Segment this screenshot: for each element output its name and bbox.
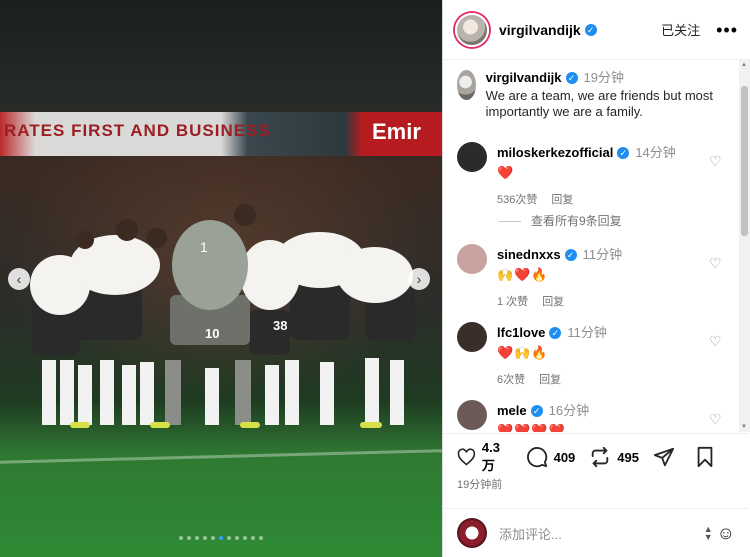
comment-text: ❤️ bbox=[497, 165, 515, 180]
banner-right-text: Emir bbox=[372, 119, 421, 144]
jersey-number-3: 38 bbox=[273, 318, 287, 333]
carousel-dot[interactable] bbox=[187, 536, 191, 540]
like-comment-heart-icon[interactable]: ♡ bbox=[709, 334, 723, 348]
carousel-dot[interactable] bbox=[251, 536, 255, 540]
carousel-dot[interactable] bbox=[211, 536, 215, 540]
carousel-dot[interactable] bbox=[235, 536, 239, 540]
comment-time: 14分钟 bbox=[635, 145, 676, 160]
comments-list[interactable]: virgilvandijk ✓ 19分钟 We are a team, we are… bbox=[443, 60, 749, 432]
verified-badge-icon: ✓ bbox=[565, 72, 578, 84]
pitch-line bbox=[0, 449, 442, 464]
comment-likes[interactable]: 6次赞 bbox=[497, 374, 525, 386]
repost-icon bbox=[592, 446, 609, 468]
current-user-avatar bbox=[457, 518, 487, 548]
team-huddle: 1 10 38 bbox=[30, 204, 415, 428]
caption-username[interactable]: virgilvandijk bbox=[486, 70, 562, 85]
post-actions: 4.3 万 409 495 19分钟前 bbox=[443, 433, 749, 492]
carousel-dot[interactable] bbox=[203, 536, 207, 540]
like-comment-heart-icon[interactable]: ♡ bbox=[709, 154, 723, 168]
comment-text: ❤️❤️❤️❤️ bbox=[497, 423, 566, 432]
reply-button[interactable]: 回复 bbox=[542, 296, 564, 308]
verified-badge-icon: ✓ bbox=[530, 405, 543, 417]
scroll-down-icon[interactable]: ▼ bbox=[741, 424, 747, 430]
following-button[interactable]: 已关注 bbox=[661, 20, 700, 39]
comment-item: mele ✓ 16分钟 ❤️❤️❤️❤️ ♡ bbox=[457, 400, 727, 432]
posted-time: 19分钟前 bbox=[457, 479, 503, 491]
verified-badge-icon: ✓ bbox=[617, 147, 630, 159]
expand-icon[interactable]: ▲ ▼ bbox=[704, 525, 713, 542]
like-comment-heart-icon[interactable]: ♡ bbox=[709, 412, 723, 426]
carousel-dot[interactable] bbox=[259, 536, 263, 540]
share-icon bbox=[653, 447, 675, 467]
post-photo[interactable]: RATES FIRST AND BUSINESS Emir 1 10 38 ‹ … bbox=[0, 0, 442, 557]
comment-likes[interactable]: 536次赞 bbox=[497, 194, 537, 206]
comments-scrollbar[interactable]: ▲ ▼ bbox=[739, 60, 750, 432]
verified-badge-icon: ✓ bbox=[564, 249, 577, 261]
emoji-icon[interactable]: ☺ bbox=[717, 523, 735, 544]
carousel-dot[interactable] bbox=[243, 536, 247, 540]
comment-time: 11分钟 bbox=[567, 325, 607, 340]
like-count: 4.3 万 bbox=[481, 440, 500, 473]
next-image-button[interactable]: › bbox=[408, 268, 430, 290]
reply-button[interactable]: 回复 bbox=[539, 374, 561, 386]
comment-item: miloskerkezofficial ✓ 14分钟 ❤️ 536次赞 回复 ♡ bbox=[457, 142, 727, 207]
commenter-avatar[interactable] bbox=[457, 244, 487, 274]
verified-badge-icon: ✓ bbox=[549, 327, 562, 339]
post-header: virgilvandijk ✓ 已关注 ••• bbox=[443, 0, 750, 60]
comment-text: ❤️🙌🔥 bbox=[497, 345, 549, 360]
commenter-avatar[interactable] bbox=[457, 142, 487, 172]
comment-username[interactable]: mele bbox=[497, 403, 527, 418]
comment-time: 11分钟 bbox=[582, 247, 623, 262]
carousel-dot[interactable] bbox=[227, 536, 231, 540]
bookmark-icon bbox=[697, 446, 713, 468]
caption-text: We are a team, we are friends but most i… bbox=[485, 88, 714, 119]
repost-count: 495 bbox=[617, 449, 639, 465]
jersey-number-2: 10 bbox=[205, 326, 219, 341]
heart-icon bbox=[457, 448, 476, 466]
comment-count: 409 bbox=[553, 449, 576, 465]
comment-item: lfc1love ✓ 11分钟 ❤️🙌🔥 6次赞 回复 ♡ bbox=[457, 322, 727, 387]
carousel-dot[interactable] bbox=[219, 536, 223, 540]
comment-button[interactable]: 409 bbox=[526, 446, 576, 468]
comment-icon bbox=[526, 447, 547, 468]
carousel-dot[interactable] bbox=[195, 536, 199, 540]
comment-username[interactable]: lfc1love bbox=[497, 325, 545, 340]
verified-badge-icon: ✓ bbox=[584, 23, 597, 36]
author-avatar[interactable] bbox=[455, 12, 489, 47]
comment-time: 16分钟 bbox=[548, 403, 590, 418]
comment-username[interactable]: sinednxxs bbox=[497, 247, 561, 262]
add-comment-bar: 添加评论... ▲ ▼ ☺ bbox=[443, 508, 749, 557]
like-comment-heart-icon[interactable]: ♡ bbox=[709, 256, 723, 270]
scrollbar-thumb[interactable] bbox=[741, 86, 748, 236]
chevron-right-icon: › bbox=[416, 271, 422, 287]
post-caption: virgilvandijk ✓ 19分钟 We are a team, we are… bbox=[457, 70, 727, 120]
more-options-icon[interactable]: ••• bbox=[716, 21, 738, 39]
comment-item: sinednxxs ✓ 11分钟 🙌❤️🔥 1 次赞 回复 ♡ bbox=[457, 244, 727, 309]
repost-button[interactable]: 495 bbox=[589, 446, 639, 468]
reply-button[interactable]: 回复 bbox=[551, 194, 573, 206]
post-details-panel: virgilvandijk ✓ 已关注 ••• virgilvandijk ✓ 19… bbox=[442, 0, 750, 557]
commenter-avatar[interactable] bbox=[457, 400, 487, 430]
commenter-avatar[interactable] bbox=[457, 322, 487, 352]
carousel-dot[interactable] bbox=[179, 536, 183, 540]
banner-left-text: RATES FIRST AND BUSINESS bbox=[4, 121, 271, 140]
like-button[interactable]: 4.3 万 bbox=[457, 440, 512, 474]
caption-avatar[interactable] bbox=[457, 70, 476, 100]
share-button[interactable] bbox=[653, 446, 681, 468]
scroll-up-icon[interactable]: ▲ bbox=[741, 62, 747, 68]
chevron-left-icon: ‹ bbox=[16, 271, 22, 287]
author-username[interactable]: virgilvandijk bbox=[499, 22, 581, 38]
jersey-number-1: 1 bbox=[200, 239, 208, 255]
carousel-dots bbox=[0, 536, 442, 540]
view-replies-link[interactable]: 查看所有9条回复 bbox=[499, 212, 622, 229]
save-button[interactable] bbox=[695, 446, 721, 468]
comment-text: 🙌❤️🔥 bbox=[497, 267, 549, 282]
caption-time: 19分钟 bbox=[583, 70, 624, 85]
previous-image-button[interactable]: ‹ bbox=[8, 268, 30, 290]
add-comment-input[interactable]: 添加评论... bbox=[499, 524, 704, 543]
comment-likes[interactable]: 1 次赞 bbox=[497, 296, 528, 308]
comment-username[interactable]: miloskerkezofficial bbox=[497, 145, 613, 160]
